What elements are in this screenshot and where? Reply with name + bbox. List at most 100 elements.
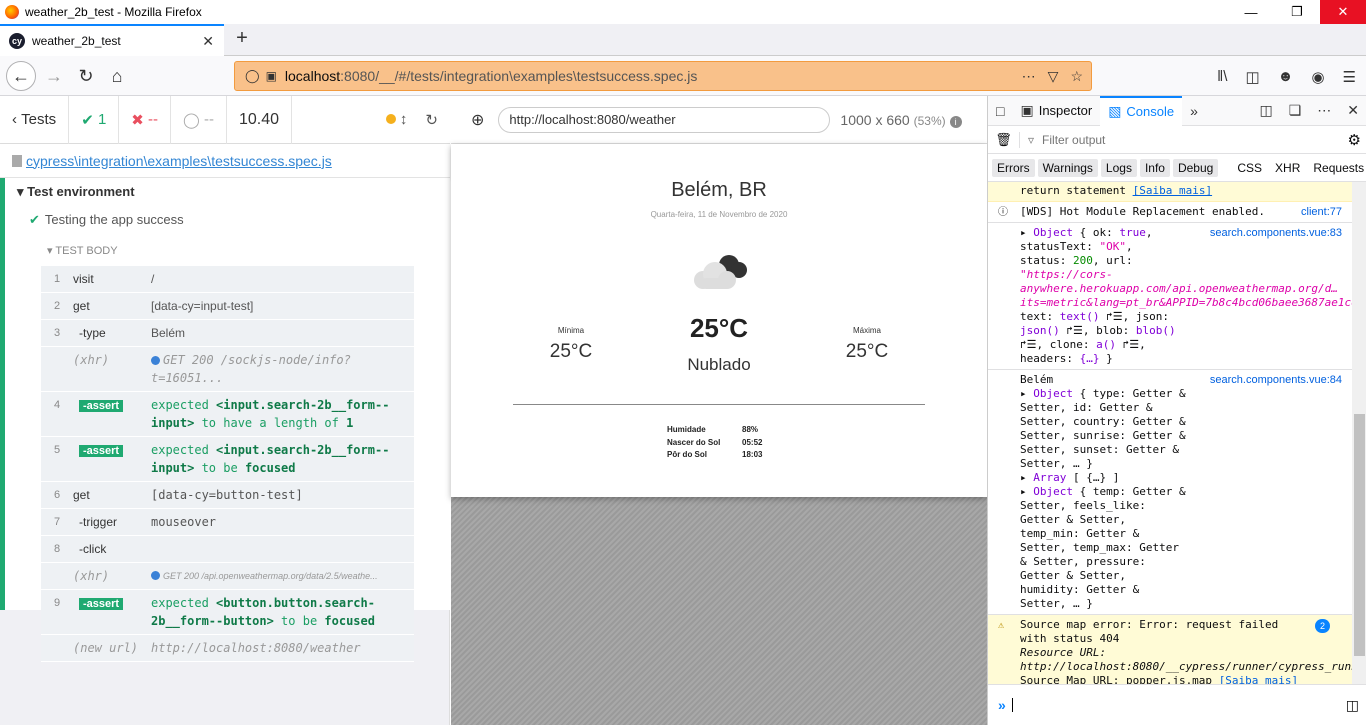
tab-strip: cy weather_2b_test ✕ + xyxy=(0,24,1366,56)
text-caret xyxy=(1011,698,1013,712)
command-row[interactable]: 2 get [data-cy=input-test] xyxy=(41,293,414,320)
command-row[interactable]: (xhr) GET 200 /sockjs-node/info?t=16051..… xyxy=(41,347,414,392)
gear-icon[interactable]: ⚙ xyxy=(1348,131,1361,149)
close-window-button[interactable]: ✕ xyxy=(1320,0,1366,24)
filter-requests[interactable]: Requests xyxy=(1308,159,1366,177)
x-icon: ✖ xyxy=(131,111,149,129)
split-console-button[interactable]: ◫ xyxy=(1251,96,1280,126)
filter-info[interactable]: Info xyxy=(1139,158,1170,177)
console-message[interactable]: search.components.vue:84 Belém ▸ Object … xyxy=(988,370,1352,615)
filter-debug[interactable]: Debug xyxy=(1172,158,1219,177)
reporter-header: ‹ Tests ✔ 1 ✖ -- ◯ -- 10.40 ↕ ↻ xyxy=(0,95,450,144)
weather-app: Belém, BR Quarta-feira, 11 de Novembro d… xyxy=(451,144,987,497)
console-input[interactable]: » ◫ xyxy=(988,684,1366,725)
suite-title[interactable]: ▾ Test environment xyxy=(17,184,135,200)
filter-logs[interactable]: Logs xyxy=(1100,158,1137,177)
viewport-size[interactable]: 1000 x 660 (53%) i xyxy=(840,112,962,128)
forward-button[interactable]: → xyxy=(40,62,68,90)
permissions-icon[interactable]: ▣ xyxy=(266,69,277,83)
command-row[interactable]: 7 -trigger mouseover xyxy=(41,509,414,536)
library-icon[interactable]: ‖\ xyxy=(1217,68,1227,86)
tab-console[interactable]: ▧ Console xyxy=(1100,95,1183,126)
more-tools-button[interactable]: » xyxy=(1182,96,1206,126)
bookmark-star-icon[interactable]: ☆ xyxy=(1070,68,1083,85)
cypress-favicon-icon: cy xyxy=(9,33,25,49)
test-body-label[interactable]: ▾ TEST BODY xyxy=(47,244,118,257)
maximize-button[interactable]: ❐ xyxy=(1274,0,1320,24)
navigation-toolbar: ← → ↻ ⌂ ◯ ▣ localhost:8080/__/#/tests/in… xyxy=(0,56,1366,96)
filter-output-input[interactable] xyxy=(1042,132,1323,147)
close-icon: ✕ xyxy=(1347,102,1359,118)
dock-button[interactable]: ❏ xyxy=(1281,96,1310,126)
minimize-button[interactable]: — xyxy=(1228,0,1274,24)
learn-more-link[interactable]: [Saiba mais] xyxy=(1219,674,1298,684)
inspector-icon: ▣ xyxy=(1020,102,1034,118)
selector-playground-icon[interactable]: ⊕ xyxy=(471,110,484,130)
scroll-arrows-icon: ↕ xyxy=(399,111,408,128)
auto-scroll-toggle[interactable]: ↕ xyxy=(385,111,408,128)
filter-warnings[interactable]: Warnings xyxy=(1037,158,1098,177)
devtools-menu-button[interactable]: ⋯ xyxy=(1309,96,1339,126)
page-actions-icon[interactable]: ⋯ xyxy=(1022,68,1036,85)
scrollbar-thumb[interactable] xyxy=(1354,414,1365,656)
home-button[interactable]: ⌂ xyxy=(103,62,131,90)
command-row[interactable]: (new url) http://localhost:8080/weather xyxy=(41,635,414,662)
pick-element-button[interactable]: □ xyxy=(988,96,1012,126)
console-message[interactable]: return statement [Saiba mais] xyxy=(988,182,1352,202)
back-button[interactable]: ← xyxy=(6,61,36,91)
test-title[interactable]: ✔ Testing the app success xyxy=(29,212,184,228)
console-message[interactable]: ⚠ 2 Source map error: Error: request fai… xyxy=(988,615,1352,684)
filter-css[interactable]: CSS xyxy=(1232,159,1267,177)
sidebar-icon[interactable]: ◫ xyxy=(1245,68,1259,86)
tracking-shield-icon[interactable]: ◯ xyxy=(245,68,260,84)
url-text[interactable]: localhost:8080/__/#/tests/integration\ex… xyxy=(285,68,697,84)
command-row[interactable]: 4 -assert expected <input.search-2b__form… xyxy=(41,392,414,437)
pocket-icon[interactable]: ▽ xyxy=(1048,68,1059,85)
learn-more-link[interactable]: [Saiba mais] xyxy=(1133,184,1212,197)
command-row[interactable]: 8 -click xyxy=(41,536,414,563)
pick-element-icon: □ xyxy=(996,102,1005,119)
window-title: weather_2b_test - Mozilla Firefox xyxy=(25,5,202,19)
source-link[interactable]: client:77 xyxy=(1301,205,1342,219)
command-row[interactable]: (xhr) GET 200 /api.openweathermap.org/dat… xyxy=(41,563,414,590)
console-message[interactable]: ⓘ [WDS] Hot Module Replacement enabled. … xyxy=(988,202,1352,223)
console-scrollbar[interactable] xyxy=(1352,182,1366,684)
command-row[interactable]: 5 -assert expected <input.search-2b__form… xyxy=(41,437,414,482)
filter-xhr[interactable]: XHR xyxy=(1270,159,1305,177)
cypress-extension-icon[interactable]: ◉ xyxy=(1311,68,1324,86)
duration: 10.40 xyxy=(227,95,293,144)
rerun-icon[interactable]: ↻ xyxy=(425,111,438,129)
tests-button[interactable]: ‹ Tests xyxy=(0,95,70,144)
filter-errors[interactable]: Errors xyxy=(992,158,1035,177)
menu-icon[interactable]: ☰ xyxy=(1343,68,1356,86)
close-tab-icon[interactable]: ✕ xyxy=(202,33,214,50)
spec-file-link[interactable]: cypress\integration\examples\testsuccess… xyxy=(26,153,332,169)
tab-inspector[interactable]: ▣ Inspector xyxy=(1012,96,1100,126)
console-message[interactable]: search.components.vue:83 ▸ Object { ok: … xyxy=(988,223,1352,370)
new-tab-button[interactable]: + xyxy=(230,27,254,50)
cloudy-weather-icon xyxy=(694,255,747,289)
command-row[interactable]: 3 -type Belém xyxy=(41,320,414,347)
reload-button[interactable]: ↻ xyxy=(72,62,100,90)
aut-url-field[interactable]: http://localhost:8080/weather xyxy=(498,106,831,133)
source-link[interactable]: search.components.vue:83 xyxy=(1210,226,1342,240)
editor-mode-icon[interactable]: ◫ xyxy=(1346,697,1359,714)
firefox-icon xyxy=(5,5,19,19)
command-row[interactable]: 1 visit / xyxy=(41,266,414,293)
cypress-reporter: ‹ Tests ✔ 1 ✖ -- ◯ -- 10.40 ↕ ↻ cypress\… xyxy=(0,95,450,725)
command-row[interactable]: 9 -assert expected <button.button.search-… xyxy=(41,590,414,635)
console-level-filters: Errors Warnings Logs Info Debug CSS XHR … xyxy=(988,154,1366,182)
devtools-toolbar: □ ▣ Inspector ▧ Console » ◫ ❏ ⋯ ✕ xyxy=(988,95,1366,126)
chevron-double-right-icon: » xyxy=(1190,102,1198,119)
weather-details: Humidade 88% Nascer do Sol 05:52 Pôr do So… xyxy=(667,424,762,462)
devtools-close-button[interactable]: ✕ xyxy=(1339,96,1366,126)
address-bar[interactable]: ◯ ▣ localhost:8080/__/#/tests/integratio… xyxy=(234,61,1092,91)
source-link[interactable]: search.components.vue:84 xyxy=(1210,373,1342,387)
command-row[interactable]: 6 get [data-cy=button-test] xyxy=(41,482,414,509)
clear-console-icon[interactable]: 🗑 xyxy=(988,131,1020,148)
divider xyxy=(513,404,925,405)
browser-tab[interactable]: cy weather_2b_test ✕ xyxy=(0,24,224,56)
account-icon[interactable]: ☻ xyxy=(1278,68,1294,86)
info-icon: ⓘ xyxy=(998,207,1008,218)
console-filter-bar: 🗑 ▿ ⚙ xyxy=(988,126,1366,154)
